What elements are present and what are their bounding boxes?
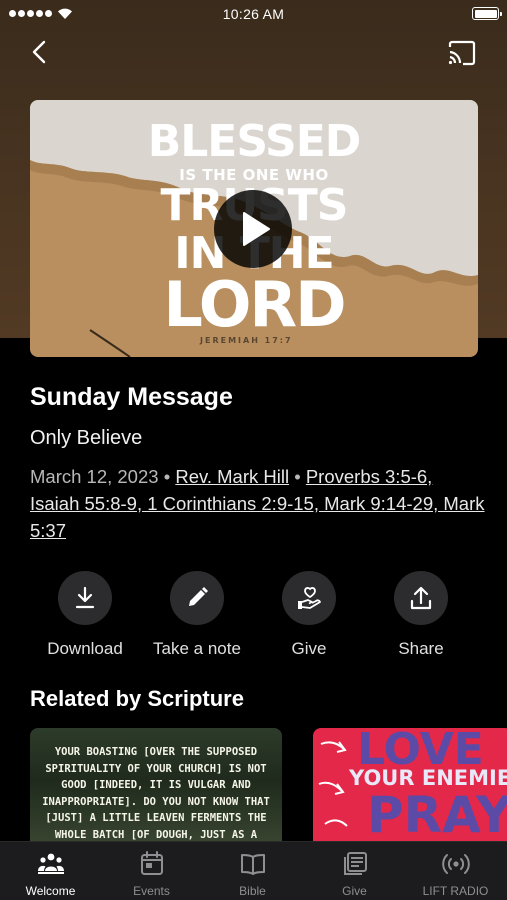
download-icon [75,586,95,609]
artwork-reference: JEREMIAH 17:7 [200,336,293,345]
related-section-title: Related by Scripture [30,686,244,711]
tab-events[interactable]: Events [101,842,202,900]
meta-separator: • [294,466,301,487]
tab-bible[interactable]: Bible [202,842,303,900]
tab-label: Events [133,884,170,898]
message-date: March 12, 2023 [30,466,159,487]
related-carousel[interactable]: YOUR BOASTING [OVER THE SUPPOSED SPIRITU… [30,728,507,843]
gift-card-icon [344,852,367,875]
download-button[interactable]: Download [30,571,140,659]
people-icon [38,853,64,874]
download-label: Download [47,639,123,658]
tab-label: Welcome [25,884,76,898]
tab-label: LIFT RADIO [422,884,489,898]
cast-button[interactable] [447,40,477,66]
related-card-line: PRAY [367,786,507,843]
take-note-label: Take a note [153,639,241,658]
share-icon [410,586,432,610]
battery-icon [472,7,502,20]
message-meta: March 12, 2023 • Rev. Mark Hill • Prover… [30,463,485,544]
sermon-artwork[interactable]: BLESSED IS THE ONE WHO TRUSTS IN THE LOR… [30,100,478,357]
play-icon [243,212,270,246]
play-button[interactable] [214,190,292,268]
message-title: Sunday Message [30,383,233,411]
arrow-decoration-icon [318,741,348,827]
related-card[interactable]: YOUR BOASTING [OVER THE SUPPOSED SPIRITU… [30,728,282,843]
related-card-quote: YOUR BOASTING [OVER THE SUPPOSED SPIRITU… [42,746,270,841]
radio-icon [442,854,470,874]
back-button[interactable] [26,38,54,66]
give-label: Give [291,639,327,658]
share-label: Share [398,639,444,658]
speaker-link[interactable]: Rev. Mark Hill [175,466,289,487]
cast-icon [448,40,476,66]
tab-lift-radio[interactable]: LIFT RADIO [405,842,506,900]
status-time: 10:26 AM [222,6,285,22]
tab-give[interactable]: Give [304,842,405,900]
pencil-icon [189,587,208,606]
related-card[interactable]: LOVE YOUR ENEMIES PRAY [313,728,507,843]
give-icon [298,587,321,609]
tab-bar: Welcome Events Bible Give LIFT RADIO [0,841,507,900]
share-button[interactable]: Share [366,571,476,659]
artwork-line-lord: LORD [163,268,346,341]
chevron-left-icon [32,40,46,64]
give-button[interactable]: Give [254,571,364,659]
tab-welcome[interactable]: Welcome [0,842,101,900]
action-row: Download Take a note Give Share [0,571,507,666]
tab-label: Give [342,884,367,898]
status-bar: 10:26 AM [0,0,507,28]
take-note-button[interactable]: Take a note [142,571,252,659]
book-icon [241,854,265,875]
artwork-line-blessed: BLESSED [147,116,362,167]
message-subtitle: Only Believe [30,427,143,449]
calendar-icon [141,851,163,875]
tab-label: Bible [239,884,266,898]
meta-separator: • [163,466,171,487]
